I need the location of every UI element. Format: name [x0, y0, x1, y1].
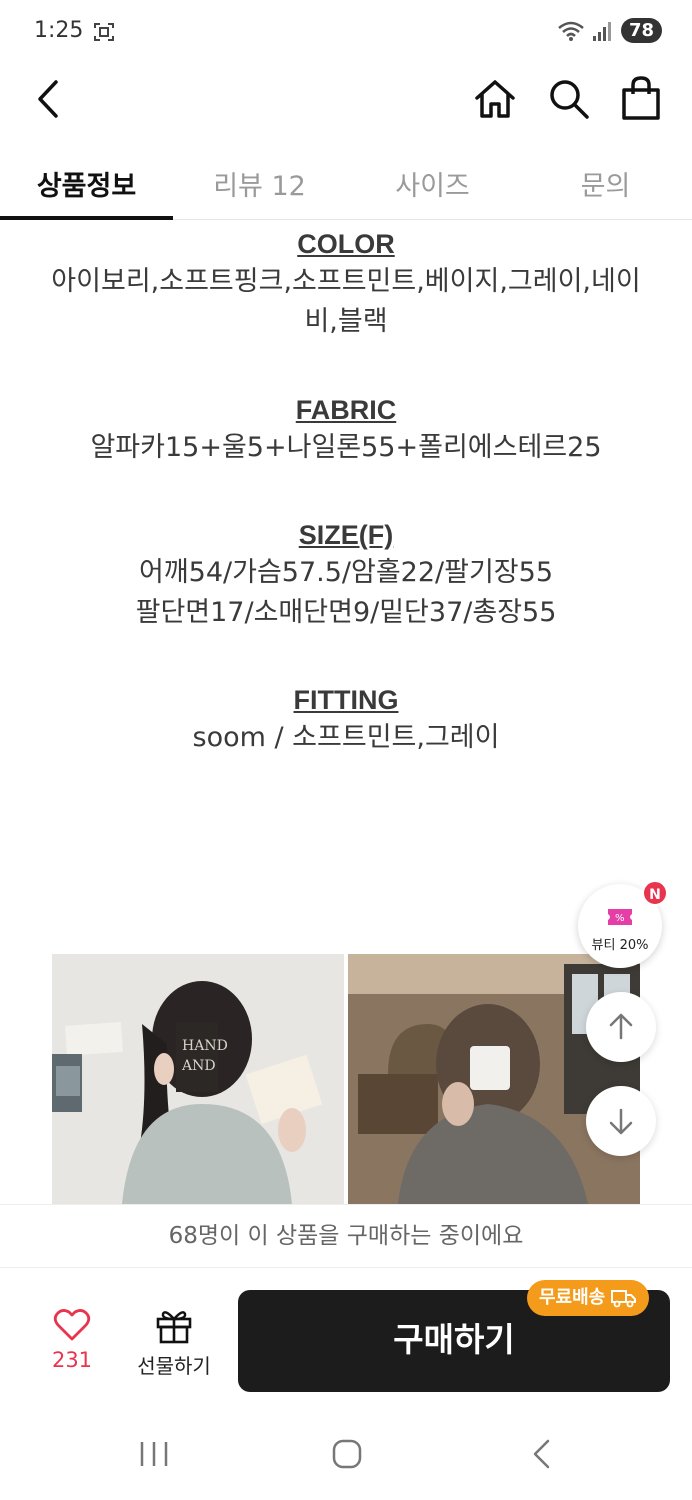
scroll-down-button[interactable]: [586, 1086, 656, 1156]
product-photo-left[interactable]: HAND AND: [52, 954, 344, 1204]
gift-icon: [156, 1311, 192, 1344]
status-time: 1:25: [34, 18, 84, 43]
gift-label: 선물하기: [137, 1354, 211, 1378]
fitting-section: FITTING soom / 소프트민트,그레이: [0, 682, 692, 758]
delivery-truck-icon: [611, 1290, 637, 1308]
coupon-icon: %: [608, 909, 632, 925]
shopping-bag-icon[interactable]: [618, 74, 664, 122]
color-title: COLOR: [297, 229, 395, 259]
beauty-coupon-label: 뷰티 20%: [591, 938, 649, 953]
battery-icon: 78: [620, 18, 662, 43]
wifi-icon: [558, 21, 584, 41]
svg-text:%: %: [615, 913, 625, 924]
top-header: [0, 66, 692, 132]
system-nav-bar: [0, 1408, 692, 1500]
fitting-line: soom / 소프트민트,그레이: [192, 722, 500, 753]
heart-icon: [53, 1309, 91, 1341]
arrow-down-icon: [609, 1108, 633, 1135]
size-line-2: 팔단면17/소매단면9/밑단37/총장55: [135, 597, 557, 628]
recent-apps-icon[interactable]: [138, 1440, 170, 1468]
signal-icon: [592, 21, 611, 41]
nav-home-icon[interactable]: [331, 1438, 363, 1470]
card-text-hand: HAND: [182, 1038, 228, 1054]
scroll-up-button[interactable]: [586, 992, 656, 1062]
gift-button[interactable]: 선물하기: [126, 1308, 222, 1388]
like-count: 231: [51, 1348, 93, 1372]
buying-now-banner: 68명이 이 상품을 구매하는 중이에요: [0, 1204, 692, 1268]
status-bar: 1:25 78: [0, 0, 692, 66]
size-section: SIZE(F) 어깨54/가슴57.5/암홀22/팔기장55 팔단면17/소매단…: [0, 517, 692, 633]
size-title: SIZE(F): [298, 520, 394, 550]
nav-back-icon[interactable]: [530, 1438, 554, 1470]
status-right: 78: [557, 18, 662, 43]
arrow-up-icon: [609, 1013, 633, 1040]
size-line-1: 어깨54/가슴57.5/암홀22/팔기장55: [138, 557, 554, 588]
fabric-line: 알파카15+울5+나일론55+폴리에스테르25: [90, 432, 602, 463]
free-shipping-label: 무료배송: [539, 1287, 606, 1308]
like-button[interactable]: 231: [34, 1308, 110, 1388]
color-line-1: 아이보리,소프트핑크,소프트민트,베이지,그레이,네이: [51, 266, 641, 297]
back-arrow-icon[interactable]: [30, 76, 70, 122]
tab-size[interactable]: 사이즈: [346, 146, 519, 219]
product-tabs: 상품정보 리뷰 12 사이즈 문의: [0, 146, 692, 220]
fabric-title: FABRIC: [295, 395, 397, 425]
tab-inquiry[interactable]: 문의: [519, 146, 692, 219]
free-shipping-badge: 무료배송: [527, 1280, 650, 1316]
bottom-action-bar: 231 선물하기 구매하기 무료배송: [0, 1268, 692, 1408]
new-badge: N: [642, 880, 668, 906]
tab-reviews[interactable]: 리뷰 12: [173, 146, 346, 219]
screenshot-icon: [94, 23, 114, 41]
search-icon[interactable]: [546, 76, 592, 122]
card-text-and: AND: [181, 1058, 216, 1074]
tab-product-info[interactable]: 상품정보: [0, 146, 173, 220]
color-section: COLOR 아이보리,소프트핑크,소프트민트,베이지,그레이,네이 비,블랙: [0, 226, 692, 342]
fitting-title: FITTING: [293, 685, 399, 715]
color-line-2: 비,블랙: [304, 306, 388, 337]
home-icon[interactable]: [472, 76, 518, 122]
fabric-section: FABRIC 알파카15+울5+나일론55+폴리에스테르25: [0, 392, 692, 468]
